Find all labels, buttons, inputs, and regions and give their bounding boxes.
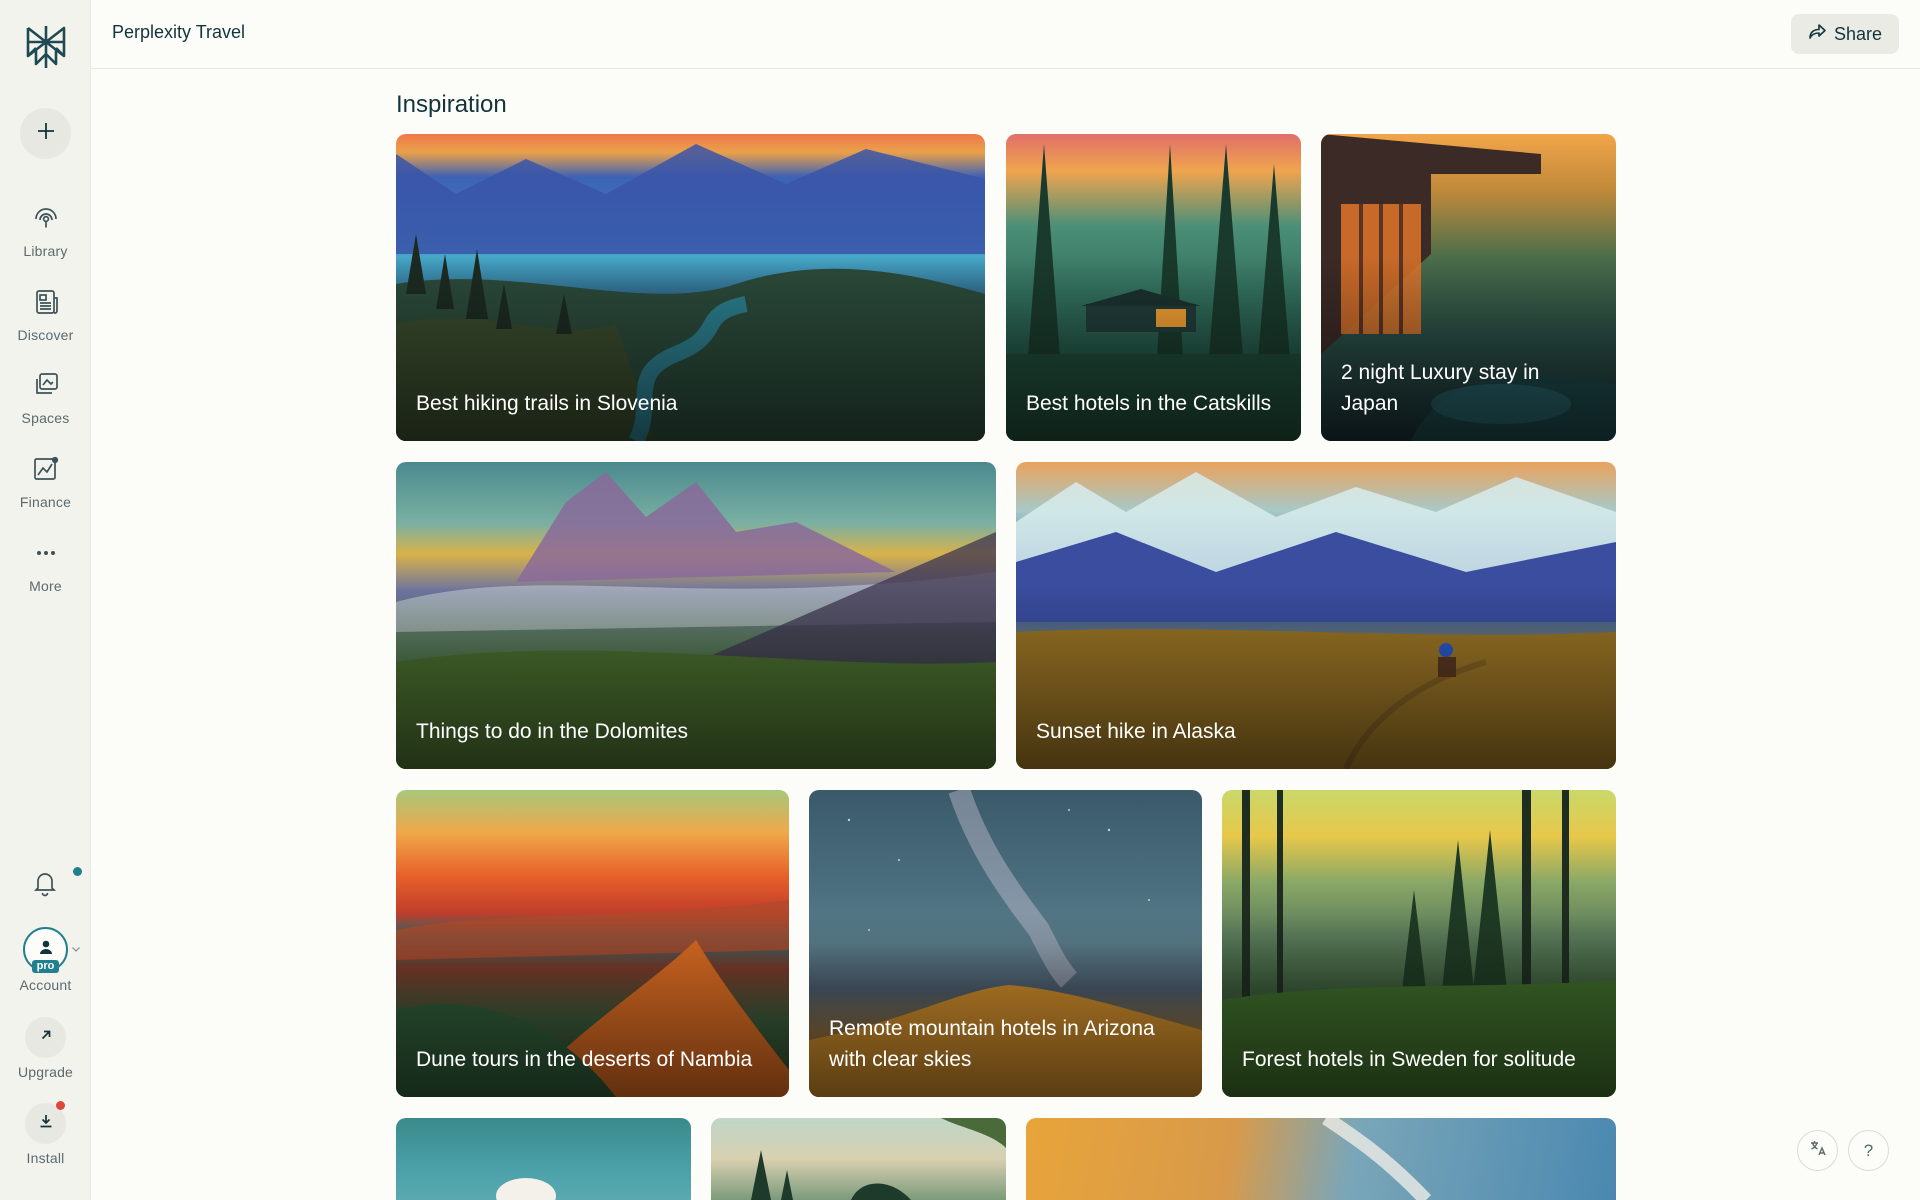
notification-dot <box>73 867 82 876</box>
help-button[interactable]: ? <box>1848 1130 1889 1171</box>
share-button[interactable]: Share <box>1791 14 1899 54</box>
card-slovenia-hiking[interactable]: Best hiking trails in Slovenia <box>396 134 985 441</box>
plus-icon <box>36 121 56 146</box>
install-alert-dot <box>56 1101 65 1110</box>
card-image <box>711 1118 1006 1200</box>
new-thread-button[interactable] <box>20 108 71 159</box>
sidebar-item-label: Finance <box>19 494 72 510</box>
card-image <box>1026 1118 1616 1200</box>
card-dolomites[interactable]: Things to do in the Dolomites <box>396 462 996 769</box>
notifications-button[interactable] <box>30 868 60 898</box>
card-label: Things to do in the Dolomites <box>416 720 688 743</box>
pro-badge: pro <box>32 960 59 973</box>
share-icon <box>1808 22 1827 46</box>
card-label: 2 night Luxury stay in Japan <box>1341 361 1540 415</box>
card-label: Best hiking trails in Slovenia <box>416 392 678 415</box>
sidebar-item-more[interactable]: More <box>0 538 91 594</box>
card-namibia-dunes[interactable]: Dune tours in the deserts of Nambia <box>396 790 789 1097</box>
account-label[interactable]: Account <box>0 977 91 993</box>
library-icon <box>31 203 61 238</box>
more-icon <box>31 538 61 573</box>
card-label: Forest hotels in Sweden for solitude <box>1242 1048 1576 1071</box>
app-title: Perplexity Travel <box>112 22 246 42</box>
card-label: Dune tours in the deserts of Nambia <box>416 1048 753 1071</box>
language-button[interactable] <box>1797 1130 1838 1171</box>
sidebar-item-label: More <box>29 578 62 594</box>
discover-icon <box>31 287 61 322</box>
card-tropical[interactable] <box>711 1118 1006 1200</box>
card-beach[interactable] <box>1026 1118 1616 1200</box>
card-clouds[interactable] <box>396 1118 691 1200</box>
card-label: Best hotels in the Catskills <box>1026 392 1272 415</box>
card-sweden-forest[interactable]: Forest hotels in Sweden for solitude <box>1222 790 1616 1097</box>
spaces-icon <box>31 370 61 405</box>
card-arizona-hotels[interactable]: Remote mountain hotels in Arizona with c… <box>809 790 1202 1097</box>
card-alaska-sunset[interactable]: Sunset hike in Alaska <box>1016 462 1616 769</box>
sidebar-item-label: Spaces <box>21 410 70 426</box>
sidebar-item-finance[interactable]: Finance <box>0 454 91 510</box>
section-title: Inspiration <box>396 91 507 118</box>
card-label: Sunset hike in Alaska <box>1036 720 1236 743</box>
finance-icon <box>31 454 61 489</box>
card-image <box>396 1118 691 1200</box>
user-icon <box>36 937 56 962</box>
sidebar-item-spaces[interactable]: Spaces <box>0 370 91 426</box>
help-label: ? <box>1863 1140 1874 1160</box>
perplexity-logo-icon[interactable] <box>24 24 68 70</box>
sidebar-item-discover[interactable]: Discover <box>0 287 91 343</box>
sidebar: Library Discover Spaces Finance More pro… <box>0 0 91 1200</box>
translate-icon <box>1809 1139 1827 1162</box>
bell-icon <box>30 873 60 902</box>
upgrade-button[interactable] <box>25 1017 66 1058</box>
sidebar-item-label: Library <box>23 243 68 259</box>
upgrade-label[interactable]: Upgrade <box>0 1064 91 1080</box>
card-japan-luxury[interactable]: 2 night Luxury stay in Japan <box>1321 134 1616 441</box>
sidebar-item-library[interactable]: Library <box>0 203 91 259</box>
chevron-down-icon[interactable] <box>70 942 82 960</box>
install-label[interactable]: Install <box>0 1150 91 1166</box>
card-label: Remote mountain hotels in Arizona with c… <box>829 1017 1155 1071</box>
sidebar-item-label: Discover <box>17 327 74 343</box>
card-catskills-hotels[interactable]: Best hotels in the Catskills <box>1006 134 1301 441</box>
download-icon <box>38 1113 54 1134</box>
arrow-up-right-icon <box>39 1028 53 1047</box>
top-bar: Perplexity Travel Share <box>91 0 1920 69</box>
share-label: Share <box>1833 23 1883 44</box>
